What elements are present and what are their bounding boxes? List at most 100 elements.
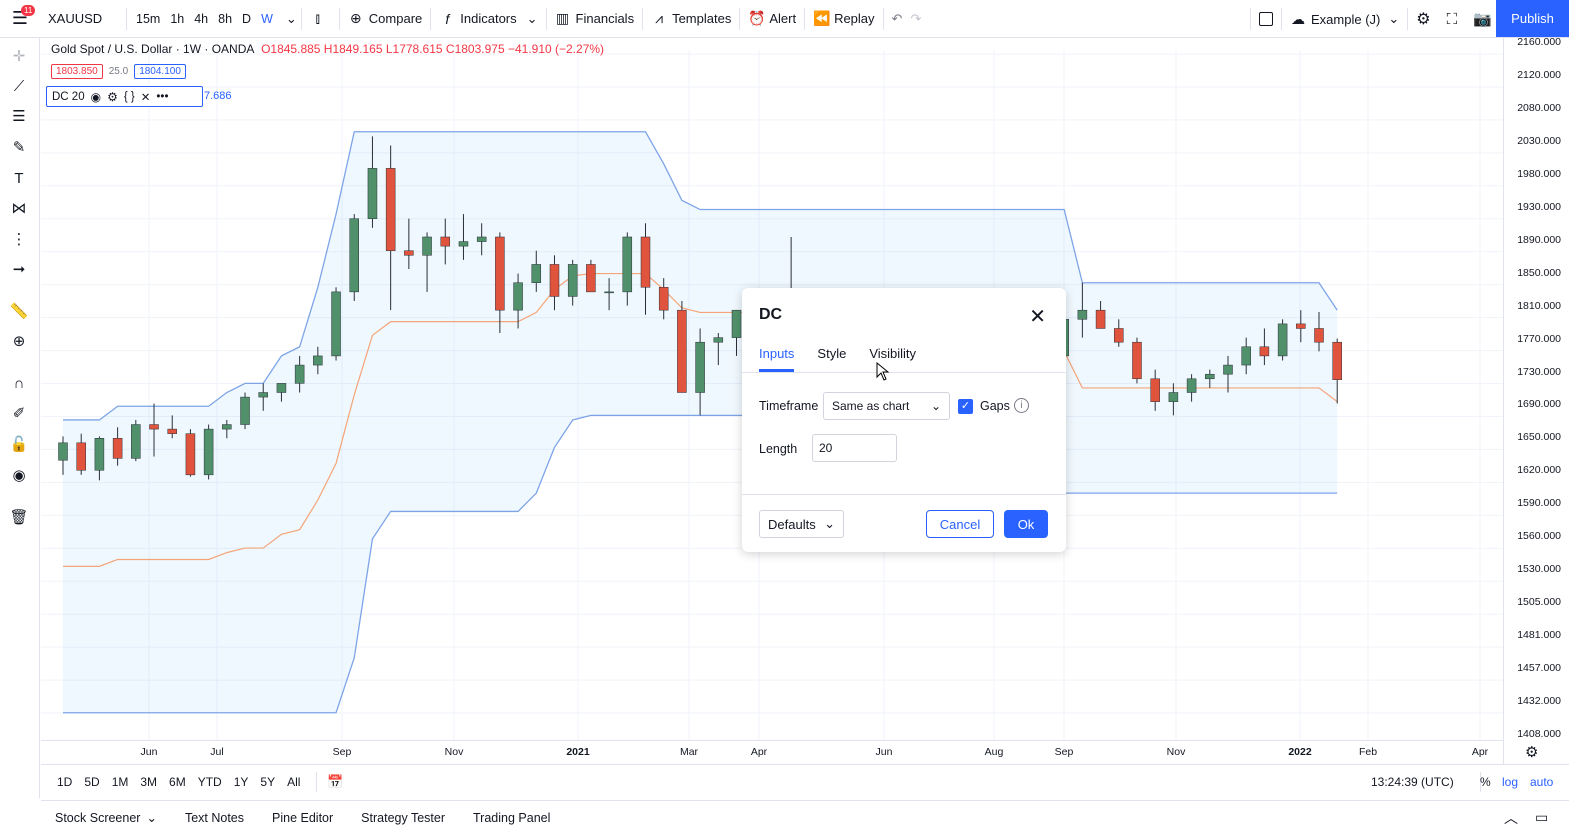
tab-style[interactable]: Style (817, 346, 846, 372)
timeframe-8h[interactable]: 8h (213, 12, 237, 26)
layout-name: Example (J) (1311, 11, 1381, 27)
arrow-right-icon[interactable]: ➞ (8, 259, 30, 281)
sell-button[interactable]: 1803.850 (51, 64, 103, 79)
eye-icon[interactable]: ◉ (8, 465, 30, 487)
timeframe-select[interactable]: Same as chart ⌄ (823, 392, 950, 420)
close-icon[interactable]: ✕ (141, 90, 151, 104)
tab-text-notes[interactable]: Text Notes (171, 811, 258, 825)
trend-line-icon[interactable]: ⟋ (8, 76, 30, 98)
candle-body (58, 442, 68, 461)
length-input[interactable]: 20 (812, 434, 897, 462)
collapse-panel-icon[interactable]: ︿ (1504, 808, 1518, 828)
range-1d[interactable]: 1D (51, 775, 78, 789)
alert-button[interactable]: ⏰ Alert (740, 0, 804, 38)
indicator-legend[interactable]: DC 20 ◉ ⚙ { } ✕ ••• (46, 86, 203, 107)
candle-body (76, 442, 86, 471)
settings-button[interactable]: ⚙ (1408, 0, 1438, 38)
goto-date-icon[interactable]: 📅 (327, 774, 343, 790)
candle-body (586, 264, 596, 293)
prediction-icon[interactable]: ⋮ (8, 229, 30, 251)
range-1y[interactable]: 1Y (228, 775, 255, 789)
log-toggle[interactable]: log (1502, 775, 1518, 789)
lock-icon[interactable]: 🔓 (8, 434, 30, 456)
snapshot-button[interactable]: 📷 (1465, 0, 1500, 38)
defaults-dropdown[interactable]: Defaults ⌄ (759, 510, 844, 538)
candle-body (1205, 373, 1215, 380)
range-all[interactable]: All (281, 775, 306, 789)
close-icon[interactable]: ✕ (1029, 304, 1046, 329)
tab-stock-screener[interactable]: Stock Screener ⌄ (41, 810, 171, 825)
time-axis[interactable]: Jun Jul Sep Nov 2021 Mar Apr Jun Aug Sep Nov 2022 Fe… (41, 740, 1503, 764)
templates-button[interactable]: ⩘ Templates (643, 0, 739, 38)
indicator-settings-dialog: DC ✕ Inputs Style Visibility Timeframe S… (742, 288, 1066, 552)
ok-button[interactable]: Ok (1004, 510, 1048, 538)
undo-button[interactable]: ↶ (884, 0, 911, 38)
fib-retracement-icon[interactable]: ☰ (8, 106, 30, 128)
layout-toggle-button[interactable] (1251, 0, 1281, 38)
tab-pine-editor[interactable]: Pine Editor (258, 811, 347, 825)
range-5y[interactable]: 5Y (254, 775, 281, 789)
compare-button[interactable]: ⊕ Compare (340, 0, 430, 38)
timeframe-d[interactable]: D (237, 12, 256, 26)
price-label: 1650.000 (1517, 431, 1561, 444)
gear-icon[interactable]: ⚙ (107, 90, 118, 104)
date-label: Jun (875, 746, 893, 758)
lock-pencil-icon[interactable]: ✐ (8, 403, 30, 425)
range-ytd[interactable]: YTD (192, 775, 228, 789)
magnet-icon[interactable]: ∩ (8, 373, 30, 395)
date-label: Aug (984, 746, 1004, 758)
candle-body (367, 168, 378, 219)
cancel-button[interactable]: Cancel (926, 510, 994, 538)
timeframe-15m[interactable]: 15m (131, 12, 165, 26)
pattern-icon[interactable]: ⋈ (8, 198, 30, 220)
redo-button[interactable]: ↷ (910, 0, 929, 38)
zoom-in-icon[interactable]: ⊕ (8, 331, 30, 353)
fullscreen-button[interactable]: ⛶ (1439, 0, 1466, 38)
maximize-panel-icon[interactable]: ▭ (1535, 809, 1548, 826)
timeframe-w[interactable]: W (256, 12, 278, 26)
layout-name-button[interactable]: ☁ Example (J) ⌄ (1282, 0, 1407, 38)
eye-icon[interactable]: ◉ (91, 90, 101, 104)
tab-strategy-tester[interactable]: Strategy Tester (347, 811, 459, 825)
brush-icon[interactable]: ✎ (8, 137, 30, 159)
price-label: 1560.000 (1517, 530, 1561, 543)
candle-body (1132, 341, 1142, 380)
source-code-icon[interactable]: { } (124, 91, 135, 103)
buy-button[interactable]: 1804.100 (134, 64, 186, 79)
range-1m[interactable]: 1M (106, 775, 135, 789)
clock-time[interactable]: 13:24:39 (UTC) (1371, 775, 1454, 789)
tab-inputs[interactable]: Inputs (759, 346, 795, 372)
indicators-button[interactable]: f Indicators ⌄ (431, 0, 545, 38)
financials-button[interactable]: ▥ Financials (547, 0, 643, 38)
camera-icon: 📷 (1473, 11, 1492, 28)
percent-toggle[interactable]: % (1480, 775, 1491, 789)
notification-badge: 11 (21, 4, 36, 16)
ruler-icon[interactable]: 📏 (8, 301, 30, 323)
date-label: 2021 (566, 746, 590, 758)
publish-button[interactable]: Publish (1496, 0, 1569, 37)
more-icon[interactable]: ••• (156, 91, 168, 103)
range-3m[interactable]: 3M (134, 775, 163, 789)
timeframe-4h[interactable]: 4h (189, 12, 213, 26)
crosshair-icon[interactable]: ✛ (8, 46, 30, 68)
candle-body (167, 428, 177, 434)
price-label: 2080.000 (1517, 101, 1561, 114)
price-label: 1505.000 (1517, 596, 1561, 609)
chart-type-button[interactable]: ⫾ (302, 0, 339, 38)
menu-button[interactable]: ☰ 11 (0, 0, 40, 38)
range-6m[interactable]: 6M (163, 775, 192, 789)
replay-button[interactable]: ⏪ Replay (805, 0, 882, 38)
range-5d[interactable]: 5D (78, 775, 105, 789)
auto-toggle[interactable]: auto (1530, 775, 1553, 789)
timeframe-1h[interactable]: 1h (165, 12, 189, 26)
info-icon[interactable]: i (1014, 398, 1029, 413)
price-label: 1810.000 (1517, 299, 1561, 312)
gear-icon[interactable]: ⚙ (1525, 743, 1538, 761)
price-axis[interactable]: 2160.000 2120.000 2080.000 2030.000 1980.000… (1503, 36, 1569, 764)
gaps-checkbox[interactable]: ✓ (958, 399, 973, 414)
symbol-search[interactable]: XAUUSD (40, 0, 126, 38)
trash-icon[interactable]: 🗑 (8, 507, 30, 529)
text-icon[interactable]: T (8, 168, 30, 190)
tab-trading-panel[interactable]: Trading Panel (459, 811, 564, 825)
chevron-down-icon[interactable]: ⌄ (282, 0, 301, 38)
